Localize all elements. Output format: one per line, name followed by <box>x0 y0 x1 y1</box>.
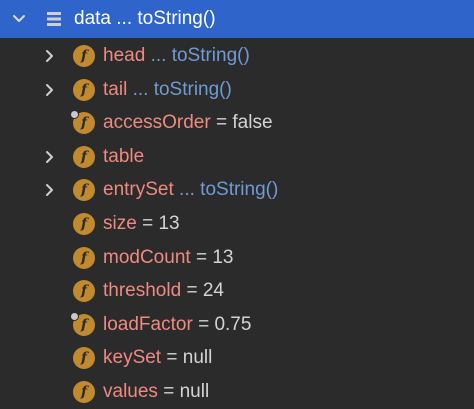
row-label: loadFactor = 0.75 <box>103 313 251 337</box>
final-field-icon: f <box>70 110 95 135</box>
field-icon: f <box>73 280 95 303</box>
row-label: accessOrder = false <box>103 111 273 135</box>
tree-row-keyset[interactable]: f keySet = null <box>0 342 474 375</box>
tree-row-accessorder[interactable]: f accessOrder = false <box>0 107 474 140</box>
tree-row-threshold[interactable]: f threshold = 24 <box>0 275 474 308</box>
summary: toString() <box>171 45 250 66</box>
variable-value: 0.75 <box>214 313 252 335</box>
variable-name: entrySet <box>103 179 174 201</box>
equals-sign: = <box>142 213 154 234</box>
chevron-right-icon[interactable] <box>40 181 58 199</box>
variable-value: 24 <box>202 280 224 302</box>
chevron-right-icon[interactable] <box>40 47 58 65</box>
field-icon: f <box>73 246 95 269</box>
final-marker-icon <box>70 311 79 321</box>
equals-sign: = <box>215 112 228 134</box>
variable-name: data <box>74 8 111 29</box>
final-marker-icon <box>70 110 79 120</box>
row-label: keySet = null <box>103 346 212 370</box>
variable-name: tail <box>103 78 128 100</box>
field-icon: f <box>73 213 95 235</box>
equals-sign: = <box>163 381 175 402</box>
row-label: values = null <box>103 380 209 404</box>
row-label: entrySet ... toString() <box>103 178 278 202</box>
summary: toString() <box>137 8 216 29</box>
variable-name: head <box>103 45 146 66</box>
tree-row-tail[interactable]: f tail ... toString() <box>0 74 474 107</box>
chevron-down-icon[interactable] <box>10 10 28 28</box>
row-label: data ... toString() <box>74 7 216 31</box>
tree-row-loadfactor[interactable]: f loadFactor = 0.75 <box>0 309 474 342</box>
row-label: threshold = 24 <box>103 279 224 303</box>
ellipsis: ... <box>179 179 195 201</box>
list-icon <box>45 10 63 28</box>
chevron-right-icon[interactable] <box>40 148 58 166</box>
debugger-variables-tree: data ... toString() f head ... toString()… <box>0 0 474 409</box>
variable-value: 13 <box>158 213 180 234</box>
variable-name: threshold <box>103 280 182 302</box>
field-icon: f <box>73 179 95 202</box>
variable-name: loadFactor <box>103 313 193 335</box>
variable-name: accessOrder <box>103 112 211 134</box>
field-icon: f <box>73 381 95 403</box>
tree-row-entryset[interactable]: f entrySet ... toString() <box>0 174 474 207</box>
summary: toString() <box>200 179 279 201</box>
field-icon: f <box>73 347 95 370</box>
row-label: tail ... toString() <box>103 78 232 102</box>
row-label: table <box>103 145 144 169</box>
ellipsis: ... <box>132 78 149 100</box>
equals-sign: = <box>186 280 198 302</box>
variable-name: table <box>103 145 145 167</box>
tree-row-table[interactable]: f table <box>0 141 474 174</box>
equals-sign: = <box>198 313 210 335</box>
final-field-icon: f <box>70 311 95 336</box>
tree-row-head[interactable]: f head ... toString() <box>0 40 474 73</box>
variable-name: modCount <box>103 246 191 268</box>
variable-value: 13 <box>212 246 234 268</box>
field-icon: f <box>73 45 95 67</box>
tree-row-values[interactable]: f values = null <box>0 376 474 409</box>
variable-value: null <box>182 347 213 369</box>
variable-value: null <box>179 381 210 402</box>
equals-sign: = <box>195 246 208 268</box>
variable-value: false <box>232 112 273 134</box>
summary: toString() <box>153 78 232 100</box>
field-icon: f <box>73 78 95 101</box>
tree-row-data[interactable]: data ... toString() <box>0 0 474 38</box>
variable-name: values <box>103 381 158 402</box>
ellipsis: ... <box>116 8 133 29</box>
row-label: size = 13 <box>103 212 180 236</box>
variable-name: size <box>103 213 137 234</box>
tree-row-modcount[interactable]: f modCount = 13 <box>0 242 474 275</box>
row-label: head ... toString() <box>103 44 250 68</box>
variable-name: keySet <box>103 347 162 369</box>
chevron-right-icon[interactable] <box>40 81 58 99</box>
ellipsis: ... <box>150 45 167 66</box>
row-label: modCount = 13 <box>103 246 233 270</box>
equals-sign: = <box>166 347 178 369</box>
field-icon: f <box>73 145 95 168</box>
tree-row-size[interactable]: f size = 13 <box>0 208 474 241</box>
